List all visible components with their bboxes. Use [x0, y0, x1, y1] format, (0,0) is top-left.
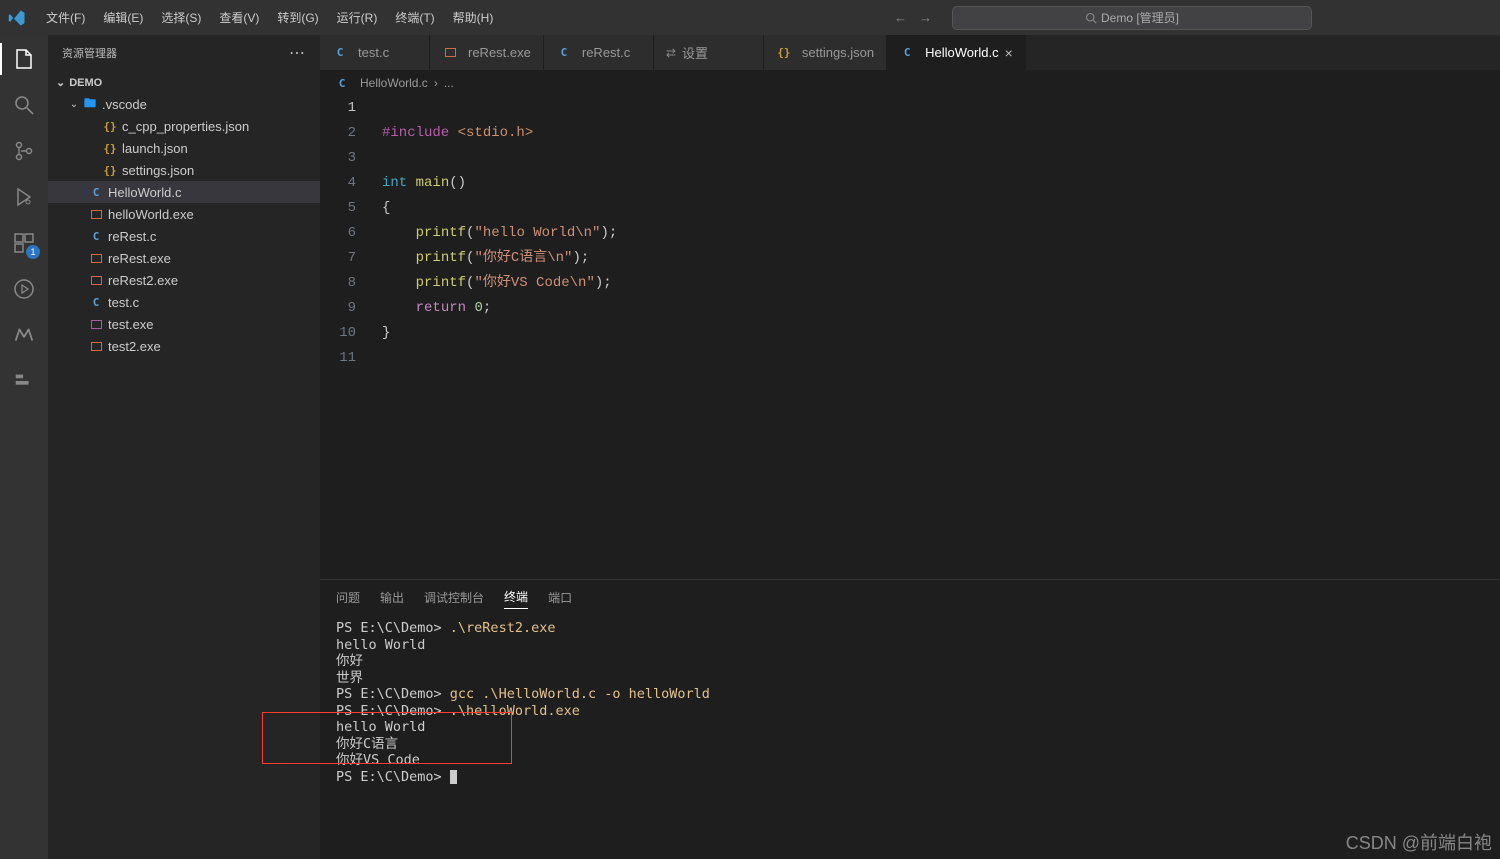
tree-file[interactable]: test2.exe — [48, 335, 320, 357]
activity-scm[interactable] — [10, 137, 38, 165]
editor-tab[interactable]: CHelloWorld.c× — [887, 35, 1026, 70]
editor-tabs: Ctest.creRest.exeCreRest.c⇄设置{}settings.… — [320, 35, 1500, 70]
json-file-icon: {} — [776, 45, 792, 61]
tree-file[interactable]: {}launch.json — [48, 137, 320, 159]
json-file-icon: {} — [102, 118, 118, 134]
c-file-icon: C — [332, 45, 348, 61]
command-center[interactable]: Demo [管理员] — [952, 6, 1312, 30]
c-file-icon: C — [556, 45, 572, 61]
c-file-icon: C — [88, 184, 104, 200]
exe-file-icon — [442, 45, 458, 61]
nav-forward-icon[interactable]: → — [919, 10, 932, 25]
c-file-icon: C — [899, 45, 915, 61]
panel-tab[interactable]: 输出 — [380, 586, 404, 609]
menu-bar: 文件(F)编辑(E)选择(S)查看(V)转到(G)运行(R)终端(T)帮助(H) — [38, 5, 501, 30]
menu-item[interactable]: 终端(T) — [387, 5, 442, 30]
exe-file-icon — [88, 316, 104, 332]
tree-file[interactable]: reRest2.exe — [48, 269, 320, 291]
nav-arrows: ← → — [894, 10, 932, 25]
json-file-icon: {} — [102, 162, 118, 178]
tree-file[interactable]: test.exe — [48, 313, 320, 335]
panel-tab[interactable]: 终端 — [504, 585, 528, 609]
command-center-text: Demo [管理员] — [1101, 9, 1179, 26]
panel: 问题输出调试控制台终端端口 PS E:\C\Demo> .\reRest2.ex… — [320, 579, 1500, 859]
activity-explorer[interactable] — [10, 45, 38, 73]
tree-file[interactable]: {}settings.json — [48, 159, 320, 181]
c-file-icon: C — [88, 294, 104, 310]
tree-file[interactable]: Ctest.c — [48, 291, 320, 313]
editor-tab[interactable]: reRest.exe — [430, 35, 544, 70]
c-file-icon: C — [88, 228, 104, 244]
activity-todo[interactable] — [10, 367, 38, 395]
menu-item[interactable]: 运行(R) — [329, 5, 386, 30]
vscode-logo-icon — [8, 9, 26, 27]
activity-extensions[interactable]: 1 — [10, 229, 38, 257]
tree-file[interactable]: CreRest.c — [48, 225, 320, 247]
code-content[interactable]: #include <stdio.h> int main(){ printf("h… — [374, 96, 1500, 579]
tree-file[interactable]: reRest.exe — [48, 247, 320, 269]
menu-item[interactable]: 选择(S) — [153, 5, 209, 30]
c-file-icon: C — [334, 75, 350, 91]
highlight-box — [262, 712, 512, 764]
exe-file-icon — [88, 206, 104, 222]
menu-item[interactable]: 编辑(E) — [95, 5, 151, 30]
tree-file[interactable]: {}c_cpp_properties.json — [48, 115, 320, 137]
chevron-down-icon: ⌄ — [56, 76, 65, 89]
extensions-badge: 1 — [26, 245, 40, 259]
menu-item[interactable]: 帮助(H) — [445, 5, 502, 30]
cursor — [450, 770, 457, 784]
chevron-down-icon: ⌄ — [66, 99, 82, 110]
tree-file[interactable]: helloWorld.exe — [48, 203, 320, 225]
panel-tab[interactable]: 问题 — [336, 586, 360, 609]
terminal[interactable]: PS E:\C\Demo> .\reRest2.exehello World你好… — [320, 614, 1500, 859]
panel-tabs: 问题输出调试控制台终端端口 — [320, 580, 1500, 614]
editor-tab[interactable]: ⇄设置 — [654, 35, 764, 70]
exe-file-icon — [88, 272, 104, 288]
sidebar-more-icon[interactable]: ⋯ — [289, 43, 306, 63]
tree-file[interactable]: CHelloWorld.c — [48, 181, 320, 203]
tree-folder[interactable]: ⌄🖿.vscode — [48, 93, 320, 115]
exe-file-icon — [88, 250, 104, 266]
editor[interactable]: 1234567891011 #include <stdio.h> int mai… — [320, 96, 1500, 579]
panel-tab[interactable]: 调试控制台 — [424, 586, 484, 609]
menu-item[interactable]: 转到(G) — [269, 5, 326, 30]
activity-testing[interactable] — [10, 275, 38, 303]
activity-bar: 1 — [0, 35, 48, 859]
search-icon — [1085, 12, 1097, 24]
exe-file-icon — [88, 338, 104, 354]
panel-tab[interactable]: 端口 — [548, 586, 572, 609]
editor-tab[interactable]: Ctest.c — [320, 35, 430, 70]
activity-search[interactable] — [10, 91, 38, 119]
editor-tab[interactable]: CreRest.c — [544, 35, 654, 70]
breadcrumb[interactable]: C HelloWorld.c › ... — [320, 70, 1500, 96]
settings-icon: ⇄ — [666, 46, 676, 60]
folder-icon: 🖿 — [82, 96, 98, 112]
sidebar-title: 资源管理器 — [62, 45, 117, 61]
editor-tab[interactable]: {}settings.json — [764, 35, 887, 70]
close-icon[interactable]: × — [1005, 45, 1013, 61]
json-file-icon: {} — [102, 140, 118, 156]
nav-back-icon[interactable]: ← — [894, 10, 907, 25]
sidebar-root[interactable]: ⌄ DEMO — [48, 72, 320, 93]
line-gutter: 1234567891011 — [320, 96, 374, 579]
activity-m-icon[interactable] — [10, 321, 38, 349]
menu-item[interactable]: 查看(V) — [211, 5, 267, 30]
activity-run[interactable] — [10, 183, 38, 211]
menu-item[interactable]: 文件(F) — [38, 5, 93, 30]
